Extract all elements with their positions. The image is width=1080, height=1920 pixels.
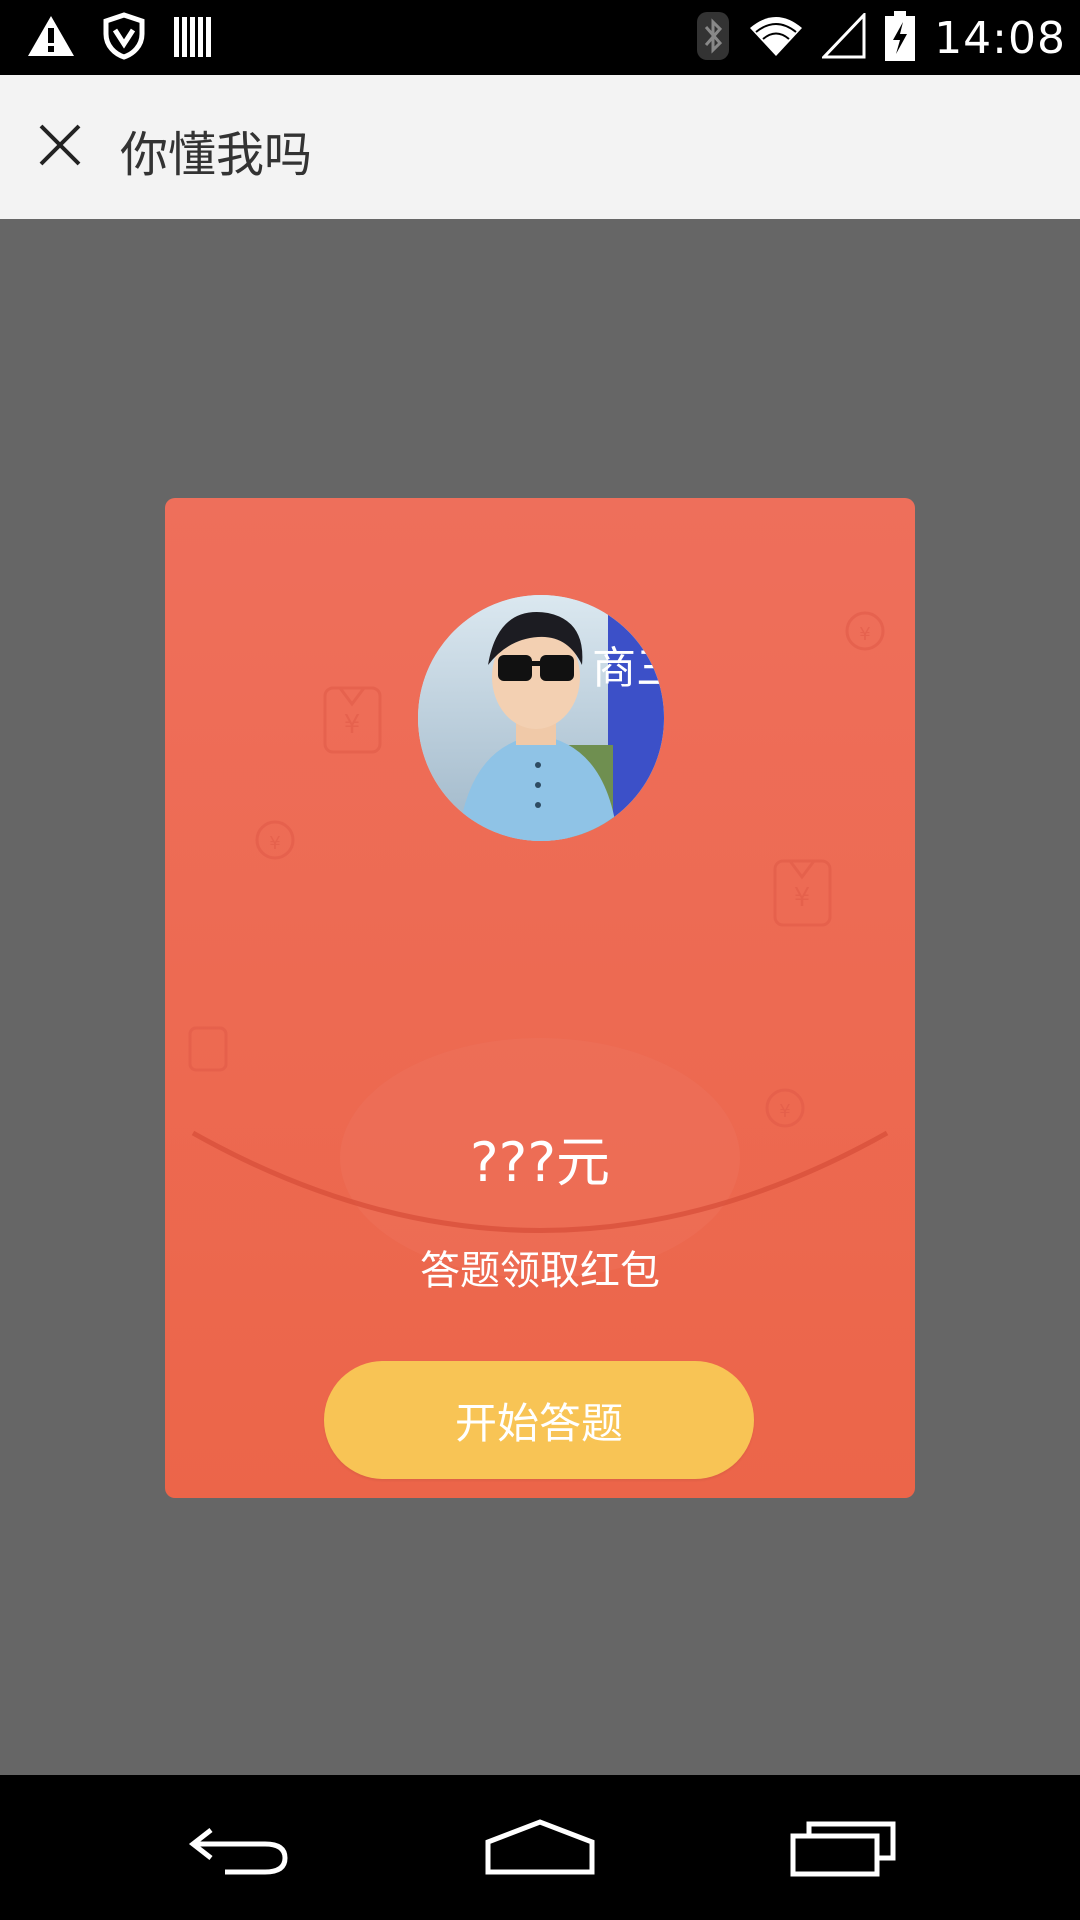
back-icon: [185, 1818, 295, 1882]
dimmed-background: ¥ ¥ ¥ ¥ ¥ 商三 ???元 答题领取红包 开始答题: [0, 219, 1080, 1775]
svg-text:¥: ¥: [779, 1101, 790, 1122]
start-quiz-button[interactable]: 开始答题: [324, 1361, 754, 1479]
close-icon: [37, 122, 83, 172]
shield-icon: [102, 12, 146, 64]
bluetooth-icon: [696, 11, 730, 65]
home-icon: [482, 1816, 598, 1884]
reward-amount: ???元: [470, 1131, 610, 1194]
close-button[interactable]: [22, 109, 98, 185]
svg-text:¥: ¥: [344, 710, 361, 740]
recents-icon: [789, 1818, 899, 1882]
red-packet-card: ¥ ¥ ¥ ¥ ¥ 商三 ???元 答题领取红包 开始答题: [165, 498, 915, 1498]
page-title: 你懂我吗: [120, 127, 313, 183]
warning-icon: [26, 13, 76, 63]
status-bar: 14:08: [0, 0, 1080, 75]
cell-signal-icon: [820, 11, 866, 63]
wifi-icon: [748, 14, 804, 62]
navigation-bar: [0, 1775, 1080, 1920]
barcode-icon: [172, 13, 212, 63]
svg-text:¥: ¥: [859, 624, 870, 645]
home-button[interactable]: [470, 1805, 610, 1895]
status-time: 14:08: [934, 12, 1066, 64]
toolbar: 你懂我吗: [0, 75, 1080, 219]
svg-text:¥: ¥: [794, 883, 811, 913]
status-left-icons: [26, 10, 212, 66]
battery-charging-icon: [884, 10, 916, 66]
recents-button[interactable]: [774, 1805, 914, 1895]
reward-subtitle: 答题领取红包: [420, 1248, 660, 1294]
avatar: 商三: [418, 595, 664, 841]
back-button[interactable]: [170, 1805, 310, 1895]
status-right-icons: 14:08: [696, 6, 1066, 70]
svg-text:¥: ¥: [269, 833, 280, 854]
